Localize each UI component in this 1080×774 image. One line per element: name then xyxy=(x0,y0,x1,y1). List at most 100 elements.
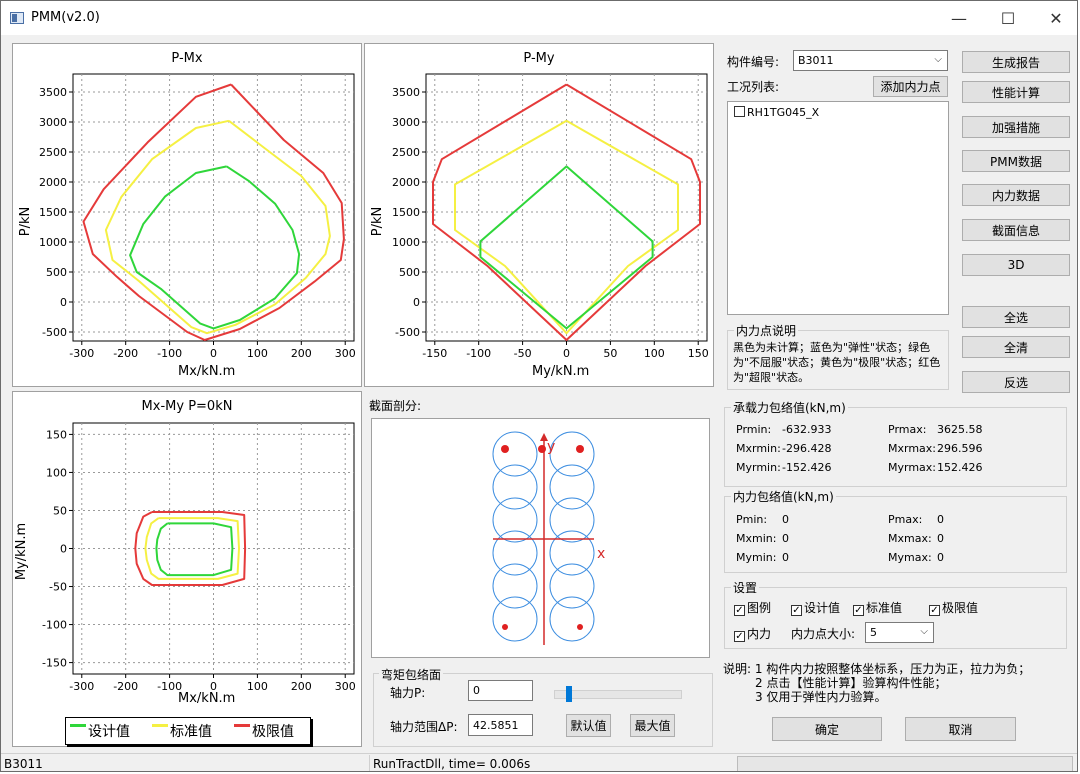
tick-label-x: -300 xyxy=(69,347,94,360)
settings-checkbox[interactable]: ✓ 设计值 xyxy=(791,599,840,616)
settings-checkbox[interactable]: ✓ 图例 xyxy=(734,599,771,616)
section-fiber xyxy=(492,497,538,543)
chart-pmy-xlabel: My/kN.m xyxy=(532,364,590,379)
checkbox-box[interactable]: ✓ xyxy=(734,605,745,616)
legend-design: 设计值 xyxy=(88,724,130,740)
minimize-button[interactable]: — xyxy=(936,3,982,33)
chart-pmy: -150 -100 -50 0 50 100 150-5000500100015002000… xyxy=(392,73,709,360)
value-label: Mxrmin: xyxy=(736,442,781,455)
section-fiber xyxy=(492,596,538,642)
value-number: -296.428 xyxy=(782,442,832,455)
section-fiber xyxy=(549,596,595,642)
status-bar: B3011 RunTractDll, time= 0.006s xyxy=(1,753,1077,771)
value-label: Prmin: xyxy=(736,423,772,436)
note-line-3: 3 仅用于弹性内力验算。 xyxy=(755,690,887,704)
chart-mxmy-xlabel: Mx/kN.m xyxy=(178,691,236,706)
case-item-label: RH1TG045_X xyxy=(747,106,820,119)
tick-label-y: 1500 xyxy=(39,206,67,219)
value-number: 0 xyxy=(782,532,789,545)
tick-label-x: -100 xyxy=(157,347,182,360)
chevron-down-icon: ⌵ xyxy=(920,626,928,637)
member-select[interactable]: B3011 ⌵ xyxy=(793,50,948,71)
cases-list[interactable]: RH1TG045_X xyxy=(727,101,949,315)
checkbox-box[interactable]: ✓ xyxy=(929,605,940,616)
settings-checkbox[interactable]: ✓ 极限值 xyxy=(929,599,978,616)
value-label: Mymin: xyxy=(736,551,777,564)
checkbox-box[interactable]: ✓ xyxy=(734,631,745,642)
tick-label-y: 1500 xyxy=(392,206,420,219)
tick-label-y: 3500 xyxy=(39,86,67,99)
3d-button[interactable]: 3D xyxy=(962,254,1070,276)
value-number: 0 xyxy=(937,513,944,526)
rebar-point xyxy=(502,624,508,630)
section-fiber xyxy=(492,530,538,576)
capacity-title: 承载力包络值(kN,m) xyxy=(731,399,848,416)
close-button[interactable]: ✕ xyxy=(1033,3,1077,33)
point-size-select[interactable]: 5 ⌵ xyxy=(865,622,934,643)
section-info-button[interactable]: 截面信息 xyxy=(962,219,1070,241)
tick-label-y: 500 xyxy=(399,266,420,279)
chart-mxmy-panel: Mx-My P=0kN -300 -200 -100 0 100 200 300 -150 -1… xyxy=(12,391,362,747)
tick-label-y: 2500 xyxy=(392,146,420,159)
status-middle: RunTractDll, time= 0.006s xyxy=(369,755,733,771)
tick-label-y: 50 xyxy=(53,504,67,517)
case-item[interactable]: RH1TG045_X xyxy=(734,106,819,119)
section-fiber xyxy=(549,464,595,510)
value-label: Prmax: xyxy=(888,423,927,436)
axial-slider-track[interactable] xyxy=(554,690,682,699)
value-number: -152.426 xyxy=(782,461,832,474)
tick-label-x: 100 xyxy=(644,347,665,360)
force-data-button[interactable]: 内力数据 xyxy=(962,184,1070,206)
performance-calc-button[interactable]: 性能计算 xyxy=(962,81,1070,103)
max-button[interactable]: 最大值 xyxy=(630,714,675,737)
cancel-button[interactable]: 取消 xyxy=(905,717,1016,741)
tick-label-y: 3000 xyxy=(392,116,420,129)
tick-label-y: 3000 xyxy=(39,116,67,129)
settings-checkbox[interactable]: ✓ 内力 xyxy=(734,625,771,642)
value-number: 296.596 xyxy=(937,442,983,455)
tick-label-x: -150 xyxy=(422,347,447,360)
app-icon xyxy=(10,12,24,24)
invert-select-button[interactable]: 反选 xyxy=(962,371,1070,393)
status-left: B3011 xyxy=(4,756,43,771)
section-drawing: yx xyxy=(492,431,605,645)
tick-label-y: 100 xyxy=(46,466,67,479)
axial-input[interactable]: 0 xyxy=(468,680,533,701)
default-button[interactable]: 默认值 xyxy=(566,714,611,737)
select-all-button[interactable]: 全选 xyxy=(962,306,1070,328)
section-fiber xyxy=(492,431,538,477)
axial-slider-thumb[interactable] xyxy=(566,686,573,702)
section-title: 截面剖分: xyxy=(369,399,422,413)
checkbox-box[interactable]: ✓ xyxy=(853,605,864,616)
add-point-button[interactable]: 添加内力点 xyxy=(873,76,948,97)
tick-label-x: 300 xyxy=(335,680,356,693)
reinforce-button[interactable]: 加强措施 xyxy=(962,116,1070,138)
clear-all-button[interactable]: 全清 xyxy=(962,336,1070,358)
chart-pmx-xlabel: Mx/kN.m xyxy=(178,364,236,379)
value-number: 0 xyxy=(937,532,944,545)
generate-report-button[interactable]: 生成报告 xyxy=(962,51,1070,73)
legend-standard: 标准值 xyxy=(170,724,212,740)
value-label: Myrmax: xyxy=(888,461,937,474)
pmm-data-button[interactable]: PMM数据 xyxy=(962,150,1070,172)
tick-label-x: -100 xyxy=(466,347,491,360)
checkbox-box[interactable]: ✓ xyxy=(791,605,802,616)
tick-label-x: 0 xyxy=(210,347,217,360)
value-number: 0 xyxy=(782,513,789,526)
tick-label-x: -200 xyxy=(113,680,138,693)
case-checkbox[interactable] xyxy=(734,106,745,117)
maximize-button[interactable]: ☐ xyxy=(985,3,1031,33)
value-label: Mxmax: xyxy=(888,532,932,545)
ok-button[interactable]: 确定 xyxy=(772,717,882,741)
value-label: Mymax: xyxy=(888,551,932,564)
value-number: 0 xyxy=(782,551,789,564)
tick-label-x: 300 xyxy=(335,347,356,360)
range-input[interactable]: 42.5851 xyxy=(468,714,533,736)
settings-checkbox[interactable]: ✓ 标准值 xyxy=(853,599,902,616)
tick-label-y: 1000 xyxy=(39,236,67,249)
chevron-down-icon: ⌵ xyxy=(934,54,942,65)
tick-label-x: 100 xyxy=(247,680,268,693)
value-number: 152.426 xyxy=(937,461,983,474)
section-panel: yx xyxy=(371,418,710,658)
tick-label-y: 150 xyxy=(46,428,67,441)
